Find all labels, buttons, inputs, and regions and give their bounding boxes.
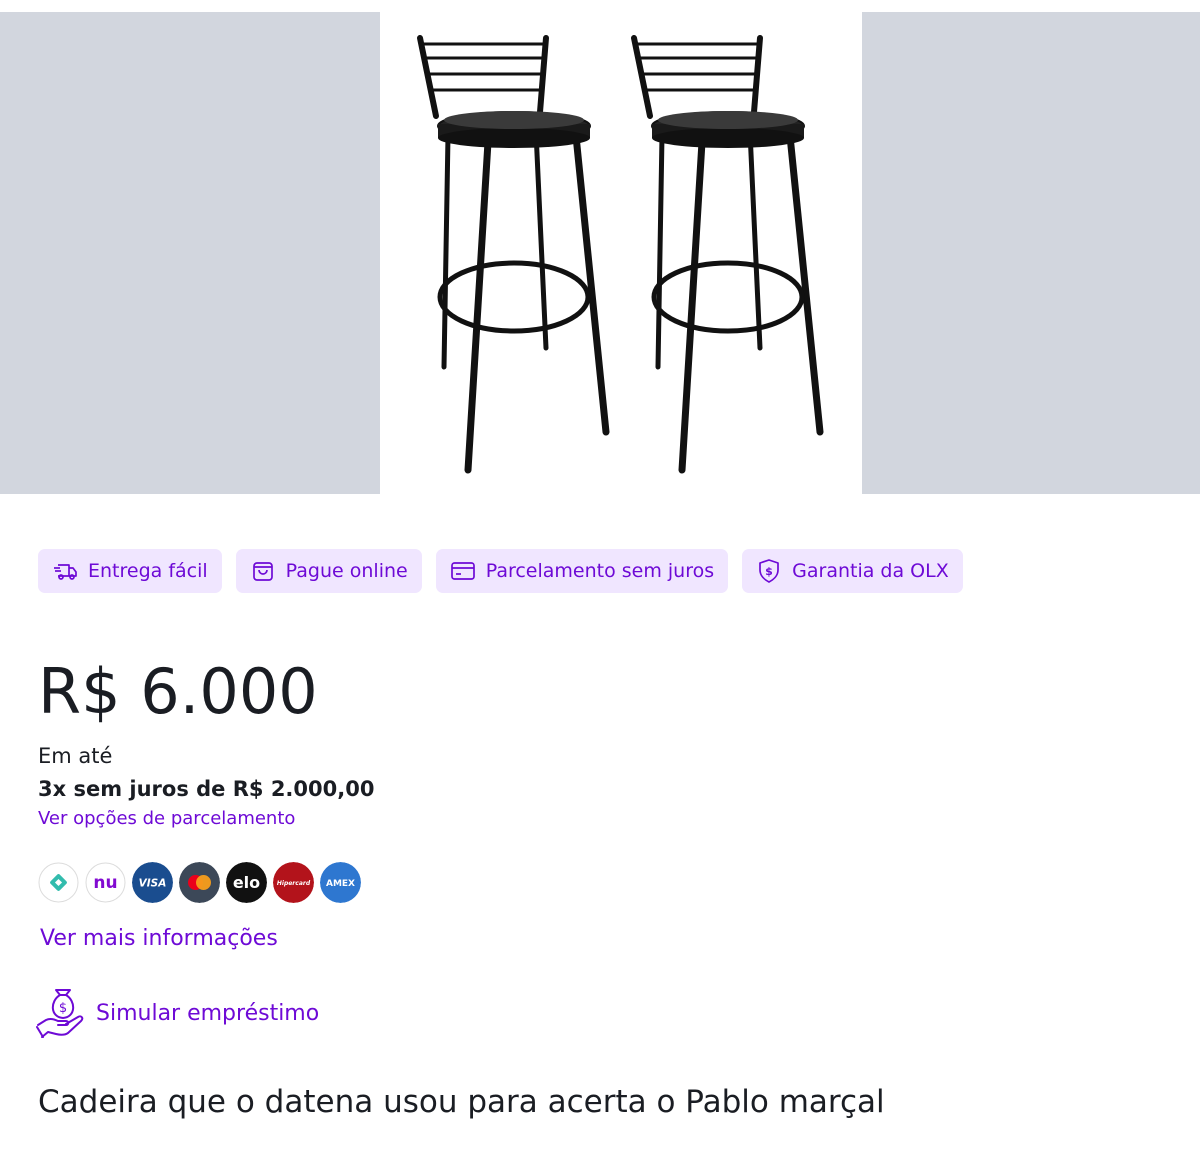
svg-text:AMEX: AMEX <box>326 879 355 889</box>
svg-text:$: $ <box>765 565 773 578</box>
amex-icon: AMEX <box>320 862 361 903</box>
bar-stools-image <box>417 12 862 474</box>
badge-garantia-olx[interactable]: $ Garantia da OLX <box>742 549 963 593</box>
badge-label: Garantia da OLX <box>792 560 949 582</box>
mastercard-icon <box>179 862 220 903</box>
elo-icon: elo <box>226 862 267 903</box>
hipercard-icon: Hipercard <box>273 862 314 903</box>
gallery-next-image-placeholder[interactable] <box>862 12 1200 494</box>
badge-label: Pague online <box>285 560 408 582</box>
more-info-link[interactable]: Ver mais informações <box>40 923 278 955</box>
payment-methods: nu VISA elo Hipercard AMEX <box>38 862 361 903</box>
badge-parcelamento[interactable]: Parcelamento sem juros <box>435 549 729 593</box>
listing-title: Cadeira que o datena usou para acerta o … <box>38 1084 885 1120</box>
image-gallery[interactable] <box>0 12 1200 494</box>
simulate-loan-link[interactable]: $ Simular empréstimo <box>36 987 319 1039</box>
feature-badges: Entrega fácil Pague online Parcelamento … <box>38 549 963 593</box>
product-price: R$ 6.000 <box>38 655 318 728</box>
installments-prefix: Em até <box>38 744 113 768</box>
svg-text:$: $ <box>59 1001 67 1016</box>
svg-text:Hipercard: Hipercard <box>277 880 311 887</box>
svg-text:VISA: VISA <box>139 878 167 890</box>
credit-card-icon <box>450 562 475 580</box>
truck-fast-icon <box>54 564 77 580</box>
shopping-bag-icon <box>252 562 273 581</box>
shield-dollar-icon: $ <box>759 559 780 583</box>
nubank-icon: nu <box>85 862 126 903</box>
badge-label: Entrega fácil <box>88 560 208 582</box>
pix-icon <box>38 862 79 903</box>
simulate-loan-label: Simular empréstimo <box>96 1000 320 1026</box>
badge-entrega-facil[interactable]: Entrega fácil <box>38 549 222 593</box>
svg-text:nu: nu <box>93 873 117 893</box>
svg-text:elo: elo <box>233 873 260 892</box>
hand-money-bag-icon: $ <box>36 989 84 1038</box>
installment-options-link[interactable]: Ver opções de parcelamento <box>38 806 295 832</box>
product-photo[interactable] <box>380 12 862 494</box>
visa-icon: VISA <box>132 862 173 903</box>
badge-pague-online[interactable]: Pague online <box>235 549 422 593</box>
badge-label: Parcelamento sem juros <box>485 560 715 582</box>
installments-detail: 3x sem juros de R$ 2.000,00 <box>38 777 375 801</box>
gallery-previous-image-placeholder[interactable] <box>0 12 380 494</box>
